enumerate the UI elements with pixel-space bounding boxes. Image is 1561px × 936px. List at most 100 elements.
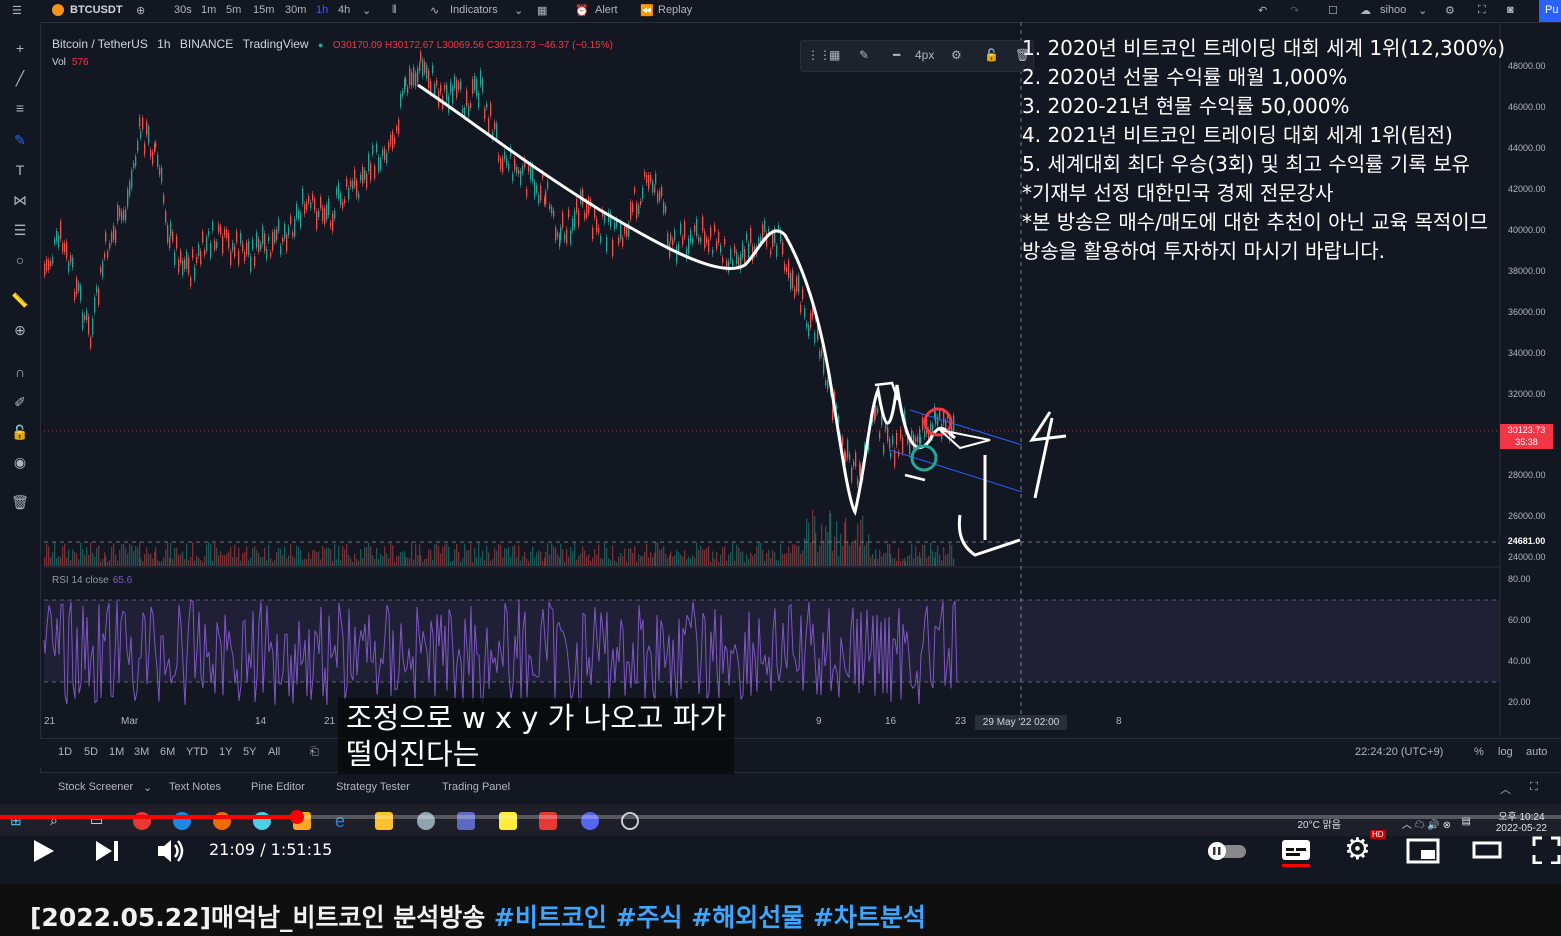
gear-icon[interactable]: ⚙ xyxy=(951,48,962,62)
progress-bar[interactable] xyxy=(0,810,1561,824)
channel-lower-line xyxy=(889,449,1023,493)
tab-pine-editor[interactable]: Pine Editor xyxy=(251,781,305,793)
candle-body xyxy=(821,349,823,357)
candle-body xyxy=(115,230,117,243)
candle-body xyxy=(50,260,52,267)
autoplay-toggle[interactable] xyxy=(1204,840,1250,862)
volume-bar xyxy=(56,558,58,566)
range-1m[interactable]: 1M xyxy=(109,746,124,758)
volume-bar xyxy=(72,549,74,566)
volume-bar xyxy=(716,551,718,566)
volume-bar xyxy=(476,556,478,566)
hashtag-link[interactable]: #차트분석 xyxy=(813,903,926,932)
candle-body xyxy=(280,246,282,255)
range-1d[interactable]: 1D xyxy=(58,746,72,758)
candle-body xyxy=(148,126,150,144)
clock-timezone[interactable]: 22:24:20 (UTC+9) xyxy=(1355,746,1443,758)
candle-body xyxy=(592,227,594,240)
pen-color-icon[interactable]: ✎ xyxy=(859,48,869,62)
candle-body xyxy=(409,67,411,86)
hashtag-link[interactable]: #해외선물 xyxy=(691,903,804,932)
volume-bar xyxy=(490,560,492,566)
candle-body xyxy=(672,239,674,246)
candle-body xyxy=(386,153,388,163)
candle-body xyxy=(676,246,678,264)
collapse-panel-icon[interactable]: ︿ xyxy=(1500,781,1511,797)
candle-body xyxy=(200,250,202,265)
chevron-down-icon[interactable]: ⌄ xyxy=(143,781,152,794)
maximize-panel-icon[interactable]: ⛶ xyxy=(1530,781,1538,794)
volume-bar xyxy=(370,546,372,566)
candle-body xyxy=(678,244,680,253)
volume-bar xyxy=(386,553,388,566)
candle-body xyxy=(216,241,218,248)
volume-bar xyxy=(764,560,766,566)
candle-body xyxy=(298,210,300,219)
play-icon[interactable] xyxy=(32,838,56,864)
range-all[interactable]: All xyxy=(268,746,280,758)
candle-body xyxy=(144,143,146,155)
log-scale-toggle[interactable]: log xyxy=(1498,746,1513,758)
go-to-date-icon[interactable]: ⎗ xyxy=(310,746,319,759)
volume-bar xyxy=(827,532,829,566)
candle-body xyxy=(520,170,522,185)
candle-body xyxy=(260,243,262,250)
volume-label: Vol xyxy=(52,57,66,68)
candle-body xyxy=(352,181,354,189)
candle-body xyxy=(140,131,142,138)
settings-gear-icon[interactable]: ⚙ xyxy=(1344,832,1371,867)
drag-handle-icon[interactable]: ⋮⋮ xyxy=(807,48,831,62)
video-player[interactable]: ☰ BTCUSDT ⊕ 30s 1m 5m 15m 30m 1h 4h ⌄ ⫴ … xyxy=(0,0,1561,884)
volume-bar xyxy=(612,545,614,566)
volume-bar xyxy=(428,549,430,566)
tab-trading-panel[interactable]: Trading Panel xyxy=(442,781,510,793)
lock-icon[interactable]: 🔓 xyxy=(984,48,999,62)
line-width-value[interactable]: 4px xyxy=(915,48,934,62)
candle-body xyxy=(46,259,48,271)
range-5y[interactable]: 5Y xyxy=(243,746,256,758)
candle-body xyxy=(262,226,264,244)
volume-bar xyxy=(890,554,892,566)
volume-bar xyxy=(804,538,806,566)
fullscreen-icon[interactable] xyxy=(1532,836,1561,864)
volume-bar xyxy=(640,555,642,566)
candle-body xyxy=(518,169,520,175)
candle-body xyxy=(920,437,922,444)
range-1y[interactable]: 1Y xyxy=(219,746,232,758)
volume-bar xyxy=(788,546,790,566)
candle-body xyxy=(284,224,286,239)
hashtag-link[interactable]: #주식 xyxy=(616,903,683,932)
tab-stock-screener[interactable]: Stock Screener xyxy=(58,781,133,793)
volume-bar xyxy=(928,556,930,566)
volume-bar xyxy=(290,543,292,566)
volume-bar xyxy=(536,552,538,566)
range-6m[interactable]: 6M xyxy=(160,746,175,758)
subtitles-icon[interactable] xyxy=(1280,838,1312,868)
auto-scale-toggle[interactable]: auto xyxy=(1526,746,1547,758)
range-ytd[interactable]: YTD xyxy=(186,746,208,758)
candle-body xyxy=(180,250,182,263)
theater-mode-icon[interactable] xyxy=(1472,840,1504,862)
template-icon[interactable]: ▦ xyxy=(829,48,840,62)
line-width-icon[interactable]: ━ xyxy=(893,48,900,62)
range-3m[interactable]: 3M xyxy=(134,746,149,758)
candle-body xyxy=(434,84,436,96)
range-5d[interactable]: 5D xyxy=(84,746,98,758)
candle-body xyxy=(496,123,498,139)
volume-bar xyxy=(732,542,734,566)
volume-bar xyxy=(278,548,280,566)
volume-icon[interactable] xyxy=(156,837,186,865)
hashtag-link[interactable]: #비트코인 xyxy=(494,903,607,932)
rsi-axis-label: 60.00 xyxy=(1508,615,1531,625)
miniplayer-icon[interactable] xyxy=(1406,838,1442,864)
candle-body xyxy=(159,167,161,175)
next-icon[interactable] xyxy=(94,839,120,863)
percent-scale-toggle[interactable]: % xyxy=(1474,746,1484,758)
tab-strategy-tester[interactable]: Strategy Tester xyxy=(336,781,410,793)
volume-bar xyxy=(92,552,94,566)
candle-body xyxy=(100,267,102,273)
volume-bar xyxy=(594,549,596,566)
volume-bar xyxy=(409,558,411,566)
tab-text-notes[interactable]: Text Notes xyxy=(169,781,221,793)
candle-body xyxy=(232,242,234,251)
